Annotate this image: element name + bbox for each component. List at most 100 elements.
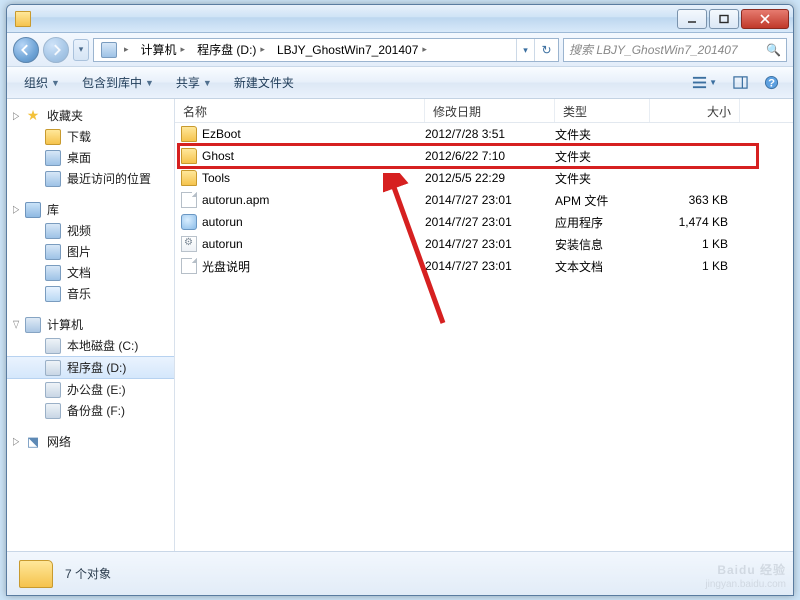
folder-icon xyxy=(181,170,197,186)
navigation-pane[interactable]: ★ 收藏夹 下载 桌面 最近访问的位置 库 视频 图片 文档 音乐 计算机 本地磁… xyxy=(7,99,175,551)
sidebar-item-label: 桌面 xyxy=(67,149,91,166)
minimize-button[interactable] xyxy=(677,9,707,29)
file-date: 2012/6/22 7:10 xyxy=(425,149,555,163)
sidebar-item-documents[interactable]: 文档 xyxy=(7,262,174,283)
file-rows[interactable]: EzBoot2012/7/28 3:51文件夹Ghost2012/6/22 7:… xyxy=(175,123,793,551)
file-size: 1 KB xyxy=(650,237,740,251)
videos-icon xyxy=(45,223,61,239)
sidebar-group-label: 库 xyxy=(47,201,59,218)
sidebar-group-label: 收藏夹 xyxy=(47,107,83,124)
file-row[interactable]: Tools2012/5/5 22:29文件夹 xyxy=(175,167,793,189)
forward-button[interactable] xyxy=(43,37,69,63)
sidebar-favorites-header[interactable]: ★ 收藏夹 xyxy=(7,105,174,126)
file-row[interactable]: autorun2014/7/27 23:01安装信息1 KB xyxy=(175,233,793,255)
sidebar-item-label: 文档 xyxy=(67,264,91,281)
sidebar-item-recent[interactable]: 最近访问的位置 xyxy=(7,168,174,189)
newfolder-label: 新建文件夹 xyxy=(234,74,294,91)
file-row[interactable]: 光盘说明2014/7/27 23:01文本文档1 KB xyxy=(175,255,793,277)
sidebar-item-desktop[interactable]: 桌面 xyxy=(7,147,174,168)
file-name: 光盘说明 xyxy=(202,258,250,275)
file-icon xyxy=(181,192,197,208)
folder-icon xyxy=(45,129,61,145)
sidebar-network-header[interactable]: ⬔网络 xyxy=(7,431,174,452)
disk-icon xyxy=(45,382,61,398)
breadcrumb-folder[interactable]: LBJY_GhostWin7_201407▸ xyxy=(270,39,432,61)
address-bar[interactable]: ▸ 计算机▸ 程序盘 (D:)▸ LBJY_GhostWin7_201407▸ … xyxy=(93,38,559,62)
sidebar-item-music[interactable]: 音乐 xyxy=(7,283,174,304)
sidebar-item-videos[interactable]: 视频 xyxy=(7,220,174,241)
view-options-button[interactable]: ▼ xyxy=(686,72,723,93)
search-icon: 🔍 xyxy=(766,43,781,57)
sidebar-item-drive-d[interactable]: 程序盘 (D:) xyxy=(7,356,174,379)
disk-icon xyxy=(45,403,61,419)
music-icon xyxy=(45,286,61,302)
inf-icon xyxy=(181,236,197,252)
close-button[interactable] xyxy=(741,9,789,29)
recent-icon xyxy=(45,171,61,187)
organize-label: 组织 xyxy=(24,74,48,91)
include-in-library-menu[interactable]: 包含到库中▼ xyxy=(73,70,163,95)
sidebar-item-drive-c[interactable]: 本地磁盘 (C:) xyxy=(7,335,174,356)
file-icon xyxy=(181,258,197,274)
organize-menu[interactable]: 组织▼ xyxy=(15,70,69,95)
file-row[interactable]: EzBoot 2012/7/28 3:51文件夹 xyxy=(175,123,793,145)
maximize-button[interactable] xyxy=(709,9,739,29)
sidebar-item-label: 最近访问的位置 xyxy=(67,170,151,187)
breadcrumb-computer[interactable]: 计算机▸ xyxy=(134,39,191,61)
disk-icon xyxy=(45,338,61,354)
libraries-icon xyxy=(25,202,41,218)
help-button[interactable]: ? xyxy=(758,72,785,93)
file-row[interactable]: Ghost2012/6/22 7:10文件夹 xyxy=(175,145,793,167)
column-date[interactable]: 修改日期 xyxy=(425,99,555,122)
folder-icon xyxy=(181,126,197,142)
share-menu[interactable]: 共享▼ xyxy=(167,70,221,95)
file-name: Tools xyxy=(202,171,230,185)
new-folder-button[interactable]: 新建文件夹 xyxy=(225,70,303,95)
sidebar-item-pictures[interactable]: 图片 xyxy=(7,241,174,262)
file-date: 2012/7/28 3:51 xyxy=(425,127,555,141)
pictures-icon xyxy=(45,244,61,260)
sidebar-computer-header[interactable]: 计算机 xyxy=(7,314,174,335)
file-name: autorun xyxy=(202,215,243,229)
sidebar-item-drive-e[interactable]: 办公盘 (E:) xyxy=(7,379,174,400)
computer-icon xyxy=(25,317,41,333)
column-type[interactable]: 类型 xyxy=(555,99,650,122)
include-label: 包含到库中 xyxy=(82,74,142,91)
sidebar-item-label: 备份盘 (F:) xyxy=(67,402,125,419)
address-dropdown[interactable]: ▾ xyxy=(516,39,534,61)
back-button[interactable] xyxy=(13,37,39,63)
documents-icon xyxy=(45,265,61,281)
sidebar-item-downloads[interactable]: 下载 xyxy=(7,126,174,147)
svg-text:?: ? xyxy=(768,77,775,89)
breadcrumb-drive[interactable]: 程序盘 (D:)▸ xyxy=(190,39,270,61)
column-size[interactable]: 大小 xyxy=(650,99,740,122)
breadcrumb-label: LBJY_GhostWin7_201407 xyxy=(277,43,418,57)
file-type: 文件夹 xyxy=(555,148,650,165)
sidebar-item-label: 音乐 xyxy=(67,285,91,302)
file-type: 文件夹 xyxy=(555,126,650,143)
search-box[interactable]: 搜索 LBJY_GhostWin7_201407 🔍 xyxy=(563,38,787,62)
app-icon xyxy=(181,214,197,230)
breadcrumb-root[interactable]: ▸ xyxy=(94,39,134,61)
command-bar: 组织▼ 包含到库中▼ 共享▼ 新建文件夹 ▼ ? xyxy=(7,67,793,99)
favorites-icon: ★ xyxy=(25,108,41,124)
status-object-count: 7 个对象 xyxy=(65,565,111,582)
file-name: EzBoot xyxy=(202,127,241,141)
nav-history-dropdown[interactable]: ▾ xyxy=(73,39,89,61)
disk-icon xyxy=(45,360,61,376)
refresh-button[interactable]: ↻ xyxy=(534,39,558,61)
column-name[interactable]: 名称 xyxy=(175,99,425,122)
network-icon: ⬔ xyxy=(25,434,41,450)
sidebar-item-label: 下载 xyxy=(67,128,91,145)
sidebar-item-drive-f[interactable]: 备份盘 (F:) xyxy=(7,400,174,421)
titlebar[interactable] xyxy=(7,5,793,33)
file-row[interactable]: autorun.apm2014/7/27 23:01APM 文件363 KB xyxy=(175,189,793,211)
sidebar-libraries-header[interactable]: 库 xyxy=(7,199,174,220)
file-type: 文本文档 xyxy=(555,258,650,275)
file-date: 2012/5/5 22:29 xyxy=(425,171,555,185)
preview-pane-button[interactable] xyxy=(727,72,754,93)
file-list-pane: 名称 修改日期 类型 大小 EzBoot2012/7/28 3:51文件夹Gho… xyxy=(175,99,793,551)
file-name: autorun.apm xyxy=(202,193,269,207)
file-row[interactable]: autorun2014/7/27 23:01应用程序1,474 KB xyxy=(175,211,793,233)
breadcrumb-label: 计算机 xyxy=(141,41,177,58)
